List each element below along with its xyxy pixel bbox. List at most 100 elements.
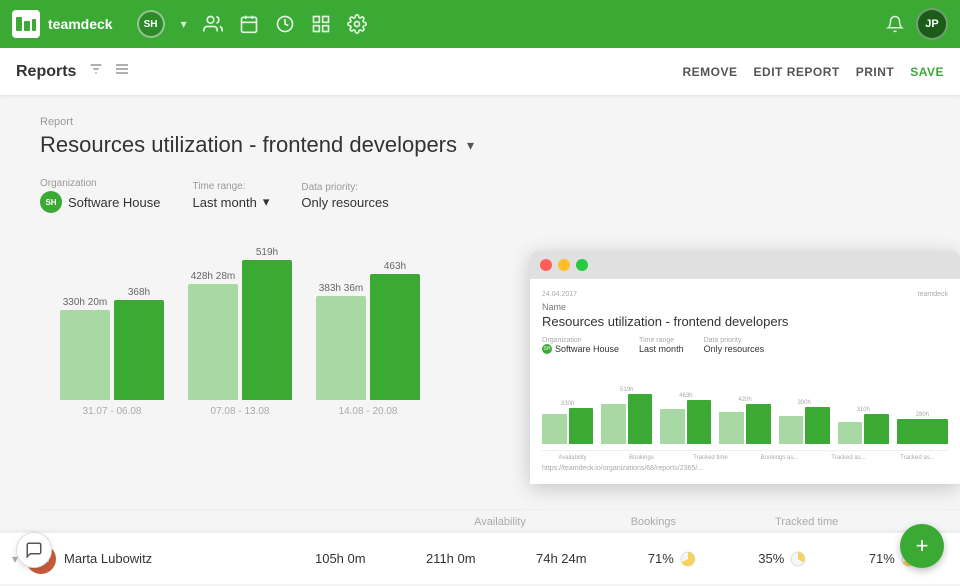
remove-button[interactable]: REMOVE <box>683 65 738 79</box>
mini-chart: 330h 519h 463h <box>542 364 948 444</box>
mini-bar-pair-5 <box>779 407 830 444</box>
top-navigation: teamdeck SH ▾ JP <box>0 0 960 48</box>
mini-column-labels: Availability Bookings Tracked time Booki… <box>542 450 948 461</box>
modal-minimize-button[interactable] <box>558 259 570 271</box>
tracked-time-cell: 74h 24m <box>506 551 617 566</box>
mini-bar-group-3: 463h <box>660 393 711 444</box>
chat-widget-button[interactable] <box>16 532 52 568</box>
logo-icon <box>12 10 40 38</box>
mini-time-filter: Time range Last month <box>639 337 684 354</box>
nav-calendar-icon[interactable] <box>239 14 259 34</box>
mini-org-filter: Organization SH Software House <box>542 337 619 354</box>
data-priority-filter: Data priority: Only resources <box>301 182 388 210</box>
add-fab-button[interactable]: + <box>900 524 944 568</box>
mini-bar-pair-2 <box>601 394 652 444</box>
col-tracked-header: Tracked time <box>730 516 883 528</box>
mini-filters: Organization SH Software House Time rang… <box>542 337 948 354</box>
availability-cell: 105h 0m <box>285 551 396 566</box>
edit-report-button[interactable]: EDIT REPORT <box>754 65 840 79</box>
user-avatar-right[interactable]: JP <box>916 8 948 40</box>
nav-contacts-icon[interactable] <box>203 14 223 34</box>
mini-col-1: Availability <box>542 455 603 461</box>
bar-value-2a: 428h 28m <box>188 271 238 282</box>
mini-report-name: Resources utilization - frontend develop… <box>542 314 948 329</box>
mini-bar-pair-4 <box>719 404 770 444</box>
filter-icon[interactable] <box>88 61 104 82</box>
bar-dark-2 <box>242 260 292 400</box>
mini-data-filter: Data priority Only resources <box>704 337 765 354</box>
bar-value-3a: 383h 36m <box>316 283 366 294</box>
notification-bell-icon[interactable] <box>886 15 904 33</box>
mini-bar-group-5: 390h <box>779 400 830 444</box>
modal-body: 24.04.2017 teamdeck Name Resources utili… <box>530 279 960 484</box>
modal-titlebar <box>530 251 960 279</box>
pie-chart-icon-1 <box>680 551 696 567</box>
logo[interactable]: teamdeck <box>12 10 113 38</box>
list-icon[interactable] <box>114 61 130 82</box>
preview-modal: 24.04.2017 teamdeck Name Resources utili… <box>530 251 960 484</box>
percent-cell-1: 71% <box>617 551 728 567</box>
bar-label-2: 07.08 - 13.08 <box>211 406 270 417</box>
bar-value-1a: 330h 20m <box>60 297 110 308</box>
col-availability-header: Availability <box>423 516 576 528</box>
main-content: Report Resources utilization - frontend … <box>0 96 960 586</box>
print-button[interactable]: PRINT <box>856 65 895 79</box>
bookings-cell: 211h 0m <box>396 551 507 566</box>
nav-reports-icon[interactable] <box>311 14 331 34</box>
col-spacer <box>40 516 423 528</box>
mini-report: 24.04.2017 teamdeck Name Resources utili… <box>542 291 948 472</box>
save-button[interactable]: SAVE <box>910 65 944 79</box>
col-bookings-header: Bookings <box>577 516 730 528</box>
sub-header-icons <box>88 61 130 82</box>
mini-bar-group-4: 420h <box>719 397 770 444</box>
nav-chevron-icon[interactable]: ▾ <box>181 17 187 31</box>
org-filter-label: Organization <box>40 178 161 189</box>
report-title-row: Resources utilization - frontend develop… <box>40 132 920 158</box>
data-row: ▾ ML Marta Lubowitz 105h 0m 211h 0m 74h … <box>0 532 960 584</box>
mini-bar-pair-7 <box>897 419 948 444</box>
sub-header-actions: REMOVE EDIT REPORT PRINT SAVE <box>683 65 944 79</box>
modal-maximize-button[interactable] <box>576 259 588 271</box>
reports-page-title: Reports <box>16 63 76 81</box>
time-range-value[interactable]: Last month ▾ <box>193 194 270 210</box>
mini-url: https://teamdeck.io/organizations/68/rep… <box>542 465 948 472</box>
bar-group-2: 428h 28m 519h 07.08 - 13.08 <box>188 247 292 417</box>
bar-label-1: 31.07 - 06.08 <box>83 406 142 417</box>
mini-date-right: teamdeck <box>918 291 948 298</box>
mini-bar-group-7: 280h <box>897 412 948 444</box>
mini-col-6: Tracked as... <box>887 455 948 461</box>
bar-light-1 <box>60 310 110 400</box>
data-priority-value: Only resources <box>301 195 388 210</box>
modal-close-button[interactable] <box>540 259 552 271</box>
bar-group-3: 383h 36m 463h 14.08 - 20.08 <box>316 261 420 417</box>
bar-dark-1 <box>114 300 164 400</box>
report-title-dropdown-icon[interactable]: ▾ <box>467 137 474 154</box>
logo-text: teamdeck <box>48 16 113 32</box>
user-name: Marta Lubowitz <box>64 551 285 566</box>
bar-label-3: 14.08 - 20.08 <box>339 406 398 417</box>
bar-value-2b: 519h <box>242 247 292 258</box>
mini-col-5: Tracked as... <box>818 455 879 461</box>
report-title: Resources utilization - frontend develop… <box>40 132 457 158</box>
user-avatar-small[interactable]: SH <box>137 10 165 38</box>
data-priority-label: Data priority: <box>301 182 388 193</box>
mini-bar-group-6: 310h <box>838 407 889 444</box>
mini-report-label: Name <box>542 302 948 312</box>
nav-clock-icon[interactable] <box>275 14 295 34</box>
mini-bar-pair-6 <box>838 414 889 444</box>
mini-bar-pair-1 <box>542 408 593 444</box>
report-label: Report <box>40 116 920 128</box>
org-filter: Organization SH Software House <box>40 178 161 213</box>
bar-group-1: 330h 20m 368h 31.07 - 06.08 <box>60 287 164 417</box>
time-range-dropdown-icon: ▾ <box>263 194 270 210</box>
nav-settings-icon[interactable] <box>347 14 367 34</box>
percent-cell-2: 35% <box>727 551 838 567</box>
mini-org-avatar: SH <box>542 344 552 354</box>
bar-value-1b: 368h <box>114 287 164 298</box>
bar-dark-3 <box>370 274 420 400</box>
org-filter-value: SH Software House <box>40 191 161 213</box>
pie-chart-icon-2 <box>790 551 806 567</box>
column-headers: Availability Bookings Tracked time <box>40 509 960 534</box>
sub-header: Reports REMOVE EDIT REPORT PRINT SAVE <box>0 48 960 96</box>
time-range-filter: Time range: Last month ▾ <box>193 181 270 210</box>
